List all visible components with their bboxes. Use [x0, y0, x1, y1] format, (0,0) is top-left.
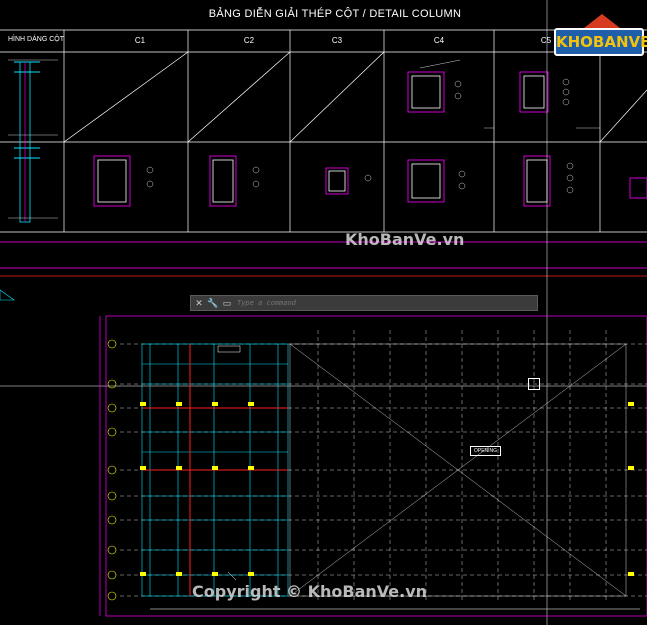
- column-header-c5: C5: [540, 36, 552, 45]
- section-details-row2: [93, 155, 647, 207]
- left-edge-marker: [0, 289, 15, 301]
- command-prompt-icon[interactable]: ▭: [221, 297, 233, 309]
- watermark-center: KhoBanVe.vn: [345, 230, 465, 249]
- crosshair-pickbox: [528, 378, 540, 390]
- command-input[interactable]: [237, 298, 535, 308]
- close-icon[interactable]: ✕: [193, 297, 205, 309]
- opening-label: OPENING: [470, 446, 502, 456]
- drawing-title: BẢNG DIỄN GIẢI THÉP CỘT / DETAIL COLUMN: [208, 8, 462, 20]
- separator-lines: [0, 0, 647, 625]
- logo-text: KHOBANVE: [554, 28, 647, 56]
- row-label-shape: HÌNH DÁNG CỘT: [8, 36, 64, 43]
- column-header-c4: C4: [433, 36, 445, 45]
- cad-drawing-canvas[interactable]: [0, 0, 647, 625]
- logo-roof-icon: [584, 14, 620, 28]
- floor-plan: [99, 315, 647, 617]
- column-header-c3: C3: [331, 36, 343, 45]
- section-details-row1: [407, 59, 600, 129]
- khobanve-logo: KHOBANVE: [554, 14, 647, 56]
- column-header-c2: C2: [243, 36, 255, 45]
- column-elevation: [8, 59, 58, 223]
- wrench-icon[interactable]: 🔧: [207, 297, 219, 309]
- watermark-copyright: Copyright © KhoBanVe.vn: [192, 582, 428, 601]
- column-header-c1: C1: [134, 36, 146, 45]
- command-line-bar[interactable]: ✕ 🔧 ▭: [190, 295, 538, 311]
